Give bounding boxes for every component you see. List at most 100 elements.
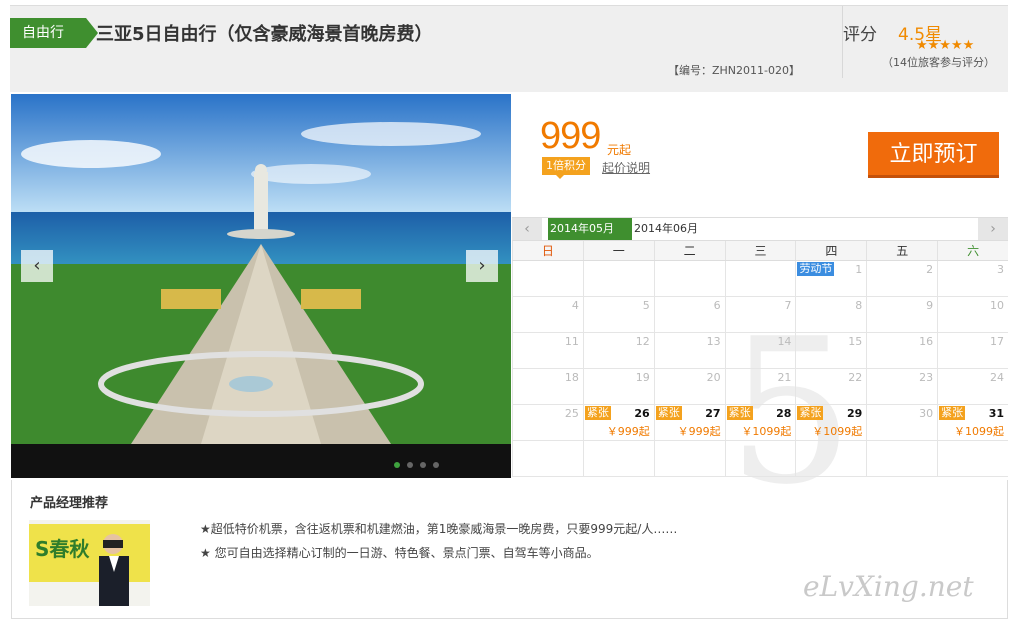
day-number: 1	[855, 263, 863, 276]
calendar-day-cell: 14	[724, 333, 796, 368]
day-number: 26	[634, 407, 650, 420]
chevron-left-icon: ‹	[524, 221, 530, 237]
day-number: 11	[564, 335, 579, 348]
calendar-day-cell[interactable]: 31 紧张 ￥1099起	[937, 405, 1008, 440]
day-number: 28	[776, 407, 792, 420]
departure-calendar: ‹ 2014年05月 2014年06月 › 日一二三四五六 5 1 劳动节 2 3 4 5…	[512, 217, 1008, 513]
day-number: 22	[848, 371, 863, 384]
recommendation-title: 产品经理推荐	[30, 496, 109, 511]
day-number: 19	[635, 371, 650, 384]
calendar-day-cell[interactable]: 26 紧张 ￥999起	[582, 405, 654, 440]
calendar-day-cell	[582, 261, 654, 296]
chevron-left-icon: ‹	[33, 255, 41, 276]
day-number: 18	[564, 371, 579, 384]
calendar-day-cell: 18	[512, 369, 583, 404]
calendar-day-cell: 17	[937, 333, 1008, 368]
day-number: 24	[990, 371, 1005, 384]
calendar-day-cell: 1 劳动节	[795, 261, 866, 296]
calendar-day-cell: 7	[724, 297, 796, 332]
calendar-day-cell: 24	[937, 369, 1008, 404]
day-number: 30	[919, 407, 934, 420]
gallery-dot[interactable]	[394, 462, 400, 468]
day-number: 6	[713, 299, 721, 312]
availability-badge: 紧张	[797, 406, 824, 420]
weekday-header: 日一二三四五六	[512, 241, 1008, 261]
day-number: 23	[919, 371, 934, 384]
calendar-day-cell: 25	[512, 405, 583, 440]
weekday-label: 日	[512, 241, 583, 260]
day-number: 25	[564, 407, 579, 420]
manager-photo-image: S春秋	[29, 520, 150, 606]
calendar-day-cell[interactable]: 29 紧张 ￥1099起	[795, 405, 866, 440]
calendar-day-cell	[937, 441, 1008, 476]
calendar-next-button[interactable]: ›	[978, 218, 1008, 240]
price-unit: 元起	[607, 143, 632, 157]
day-number: 7	[784, 299, 792, 312]
day-number: 10	[990, 299, 1005, 312]
day-price: ￥999起	[606, 425, 650, 438]
price-block: 999 元起	[540, 115, 631, 158]
calendar-day-cell[interactable]: 28 紧张 ￥1099起	[724, 405, 796, 440]
day-number: 5	[642, 299, 650, 312]
calendar-day-cell	[653, 441, 725, 476]
calendar-week-row: 18 19 20 21 22 23 24	[512, 369, 1008, 405]
photo-banner-text: S春秋	[35, 537, 90, 561]
calendar-week-row: 4 5 6 7 8 9 10	[512, 297, 1008, 333]
day-number: 29	[846, 407, 863, 420]
product-code: 【编号：ZHN2011-020】	[668, 64, 800, 77]
calendar-day-cell: 9	[866, 297, 937, 332]
calendar-prev-button[interactable]: ‹	[512, 218, 542, 240]
product-header: 自由行 三亚5日自由行（仅含豪威海景首晚房费） 【编号：ZHN2011-020】…	[10, 5, 1008, 92]
calendar-day-cell	[512, 261, 583, 296]
day-price: ￥1099起	[741, 425, 792, 438]
calendar-day-cell: 30	[866, 405, 937, 440]
calendar-grid: 5 1 劳动节 2 3 4 5 6 7 8 9 10 11 12 13 14 15 16 17 18 19 20 21 22…	[512, 261, 1008, 513]
weekday-label: 六	[937, 241, 1008, 260]
calendar-day-cell	[653, 261, 725, 296]
calendar-day-cell: 10	[937, 297, 1008, 332]
calendar-month-nav: ‹ 2014年05月 2014年06月 ›	[512, 217, 1008, 241]
gallery-dot[interactable]	[407, 462, 413, 468]
day-price: ￥1099起	[812, 425, 863, 438]
calendar-day-cell: 15	[795, 333, 866, 368]
calendar-day-cell	[724, 441, 796, 476]
day-number: 8	[855, 299, 863, 312]
weekday-label: 四	[795, 241, 866, 260]
gallery-prev-button[interactable]: ‹	[21, 250, 53, 282]
calendar-day-cell	[582, 441, 654, 476]
calendar-day-cell[interactable]: 27 紧张 ￥999起	[653, 405, 725, 440]
availability-badge: 紧张	[655, 406, 682, 420]
calendar-day-cell	[795, 441, 866, 476]
calendar-day-cell: 21	[724, 369, 796, 404]
tab-month-june[interactable]: 2014年06月	[632, 218, 700, 240]
calendar-day-cell: 5	[582, 297, 654, 332]
weekday-label: 二	[653, 241, 725, 260]
price-note-link[interactable]: 起价说明	[602, 159, 650, 176]
site-watermark: eLvXing.net	[803, 570, 974, 603]
manager-photo: S春秋	[29, 520, 150, 606]
calendar-day-cell	[724, 261, 796, 296]
gallery-dot[interactable]	[433, 462, 439, 468]
calendar-day-cell: 2	[866, 261, 937, 296]
calendar-day-cell: 4	[512, 297, 583, 332]
calendar-week-row	[512, 441, 1008, 477]
day-number: 2	[926, 263, 934, 276]
gallery-next-button[interactable]: ›	[466, 250, 498, 282]
points-badge: 1倍积分	[542, 157, 590, 179]
book-now-button[interactable]: 立即预订	[868, 132, 999, 178]
gallery-dot[interactable]	[420, 462, 426, 468]
product-type-tag: 自由行	[10, 18, 98, 48]
weekday-label: 三	[724, 241, 796, 260]
day-number: 14	[777, 335, 792, 348]
calendar-day-cell: 23	[866, 369, 937, 404]
product-title: 三亚5日自由行（仅含豪威海景首晚房费）	[96, 24, 433, 45]
review-count[interactable]: （14位旅客参与评分）	[882, 54, 995, 70]
calendar-day-cell: 11	[512, 333, 583, 368]
day-number: 15	[848, 335, 863, 348]
day-number: 20	[706, 371, 721, 384]
holiday-badge: 劳动节	[797, 262, 835, 276]
weekday-label: 一	[582, 241, 654, 260]
tab-month-may[interactable]: 2014年05月	[548, 218, 632, 240]
calendar-day-cell: 16	[866, 333, 937, 368]
recommendation-line-1: ★超低特价机票，含往返机票和机建燃油，第1晚豪威海景一晚房费，只要999元起/人…	[200, 522, 678, 536]
